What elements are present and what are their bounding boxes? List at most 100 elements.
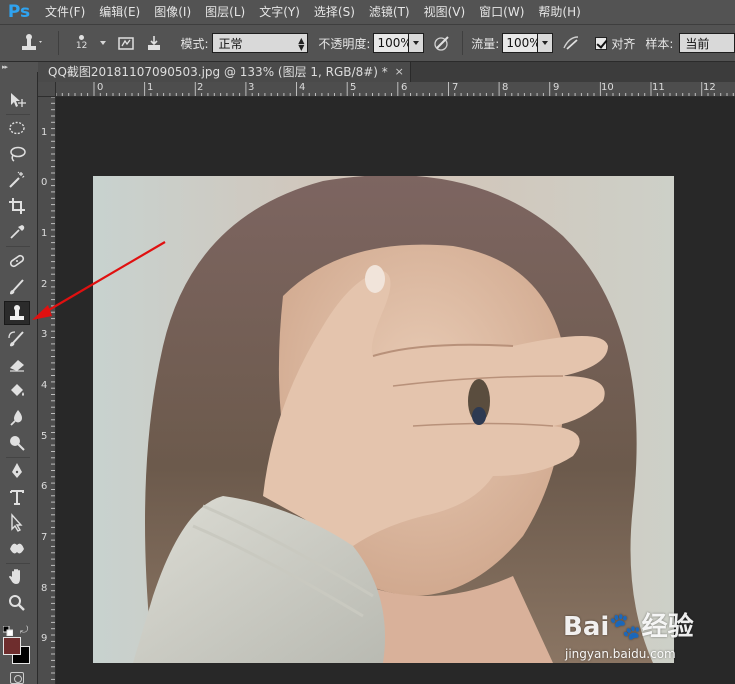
paint-bucket-tool-icon: [11, 384, 24, 396]
baidu-jingyan-watermark: Bai🐾经验 jingyan.baidu.com: [563, 604, 733, 666]
history-brush-tool[interactable]: [4, 327, 30, 351]
ruler-label: 3: [41, 329, 48, 340]
healing-brush-tool[interactable]: [4, 249, 30, 273]
updown-arrows-icon: ▲ ▼: [298, 36, 305, 52]
paint-bucket-tool[interactable]: [4, 379, 30, 403]
foreground-color-swatch[interactable]: [3, 637, 21, 655]
pressure-pen-icon: [434, 36, 449, 51]
options-separator: [462, 31, 464, 55]
chevron-down-icon[interactable]: [100, 41, 107, 45]
dodge-tool[interactable]: [4, 431, 30, 455]
type-tool-icon: [10, 490, 24, 505]
quick-mask-icon[interactable]: [10, 672, 24, 684]
menu-select[interactable]: 选择(S): [307, 0, 362, 24]
sample-value: 当前: [685, 36, 710, 51]
ruler-label: 1: [147, 82, 154, 93]
menu-filter[interactable]: 滤镜(T): [362, 0, 417, 24]
healing-brush-tool-icon: [9, 254, 25, 268]
ruler-label: 7: [452, 82, 459, 93]
ruler-label: 1: [41, 228, 48, 239]
brush-tool[interactable]: [4, 275, 30, 299]
tool-separator: [6, 246, 30, 247]
pressure-opacity-toggle[interactable]: [432, 32, 452, 54]
ruler-label: 0: [41, 177, 48, 188]
marquee-tool[interactable]: [4, 116, 30, 140]
custom-shape-tool-icon: [10, 543, 24, 554]
clone-source-icon: [148, 36, 161, 50]
flow-value: 100%: [506, 36, 541, 50]
path-selection-tool[interactable]: [4, 511, 30, 535]
ruler-label: 8: [41, 583, 48, 594]
brush-preset-picker[interactable]: 12: [65, 30, 98, 56]
tool-separator: [6, 114, 30, 115]
custom-shape-tool[interactable]: [4, 537, 30, 561]
eraser-tool[interactable]: [4, 353, 30, 377]
crop-tool[interactable]: [4, 194, 30, 218]
mode-select[interactable]: 正常 ▲ ▼: [212, 33, 309, 53]
menu-image[interactable]: 图像(I): [147, 0, 198, 24]
aligned-checkbox[interactable]: [595, 36, 608, 50]
blur-tool[interactable]: [4, 405, 30, 429]
canvas-area[interactable]: [56, 97, 735, 684]
menu-view[interactable]: 视图(V): [417, 0, 473, 24]
photoshop-logo: Ps: [7, 2, 31, 22]
swap-colors-icon[interactable]: ⤾: [20, 625, 28, 636]
brush-size-value: 12: [75, 41, 88, 51]
ruler-label: 3: [248, 82, 255, 93]
brush-panel-toggle[interactable]: [116, 32, 136, 54]
opacity-input[interactable]: 100%: [373, 33, 412, 53]
brush-tool-icon: [10, 279, 24, 295]
sample-select[interactable]: 当前: [679, 33, 735, 53]
flow-dropdown[interactable]: [538, 33, 554, 53]
pen-tool[interactable]: [4, 459, 30, 483]
document-tab[interactable]: QQ截图20181107090503.jpg @ 133% (图层 1, RGB…: [38, 62, 411, 82]
hand-tool[interactable]: [4, 565, 30, 589]
vertical-ruler[interactable]: 1 0 1 2 3 4 5 6 7 8 9: [38, 97, 56, 684]
tool-separator: [6, 563, 30, 564]
opacity-value: 100%: [377, 36, 412, 50]
ruler-label: 0: [97, 82, 104, 93]
menu-layer[interactable]: 图层(L): [198, 0, 252, 24]
flow-label: 流量:: [471, 36, 500, 51]
move-tool[interactable]: [4, 88, 30, 112]
eyedropper-tool[interactable]: [4, 220, 30, 244]
menu-file[interactable]: 文件(F): [38, 0, 92, 24]
ruler-label: 2: [197, 82, 204, 93]
document-photo[interactable]: [93, 176, 674, 663]
zoom-tool[interactable]: [4, 591, 30, 615]
default-colors-icon[interactable]: [2, 625, 14, 637]
crop-tool-icon: [9, 198, 25, 214]
aligned-label: 对齐: [611, 36, 636, 51]
ruler-origin[interactable]: [38, 82, 56, 97]
document-tab-title: QQ截图20181107090503.jpg @ 133% (图层 1, RGB…: [48, 65, 388, 79]
watermark-logo: Bai🐾经验: [563, 611, 694, 642]
pen-tool-icon: [12, 463, 22, 478]
ruler-label: 5: [350, 82, 357, 93]
menu-window[interactable]: 窗口(W): [472, 0, 531, 24]
horizontal-ruler[interactable]: 0 1 2 3 4 5 6 7 8 9 10 11 12: [56, 82, 735, 97]
clone-stamp-preset-icon: [22, 34, 43, 50]
type-tool[interactable]: [4, 485, 30, 509]
menu-help[interactable]: 帮助(H): [531, 0, 587, 24]
ruler-label: 7: [41, 532, 48, 543]
flow-input[interactable]: 100%: [502, 33, 541, 53]
options-separator: [58, 31, 60, 55]
ruler-label: 9: [41, 633, 48, 644]
opacity-dropdown[interactable]: [409, 33, 425, 53]
close-icon[interactable]: ×: [395, 62, 404, 82]
clone-stamp-tool[interactable]: [4, 301, 30, 325]
menu-type[interactable]: 文字(Y): [252, 0, 307, 24]
tool-preset-picker[interactable]: [10, 31, 52, 55]
collapse-arrows-icon: ▸▸: [2, 64, 8, 71]
mode-value: 正常: [218, 36, 243, 51]
airbrush-toggle[interactable]: [561, 32, 581, 54]
blur-tool-icon: [10, 410, 22, 426]
toolbox-collapse-strip[interactable]: ▸▸: [0, 62, 38, 72]
magic-wand-tool[interactable]: [4, 168, 30, 192]
lasso-tool[interactable]: [4, 142, 30, 166]
clone-source-toggle[interactable]: [144, 32, 164, 54]
marquee-tool-icon: [9, 121, 25, 135]
menu-bar: Ps 文件(F) 编辑(E) 图像(I) 图层(L) 文字(Y) 选择(S) 滤…: [0, 0, 735, 24]
menu-edit[interactable]: 编辑(E): [92, 0, 147, 24]
tool-separator: [6, 457, 30, 458]
